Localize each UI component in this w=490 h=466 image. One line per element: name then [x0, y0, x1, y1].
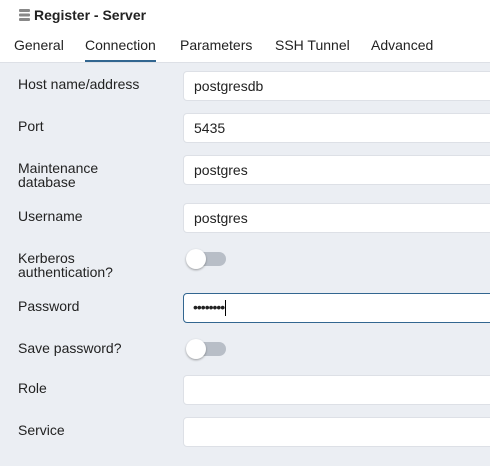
save-password-label: Save password?: [18, 340, 122, 356]
kerberos-toggle[interactable]: [186, 249, 226, 269]
kerberos-label-line1: Kerberos: [18, 250, 75, 266]
kerberos-label: Kerberos authentication?: [18, 251, 113, 279]
tab-general[interactable]: General: [14, 30, 64, 62]
toggle-knob: [186, 249, 206, 269]
service-input[interactable]: [183, 417, 490, 447]
host-label: Host name/address: [18, 76, 140, 92]
password-value: ••••••••: [193, 299, 225, 315]
service-label: Service: [18, 422, 65, 438]
kerberos-label-line2: authentication?: [18, 264, 113, 280]
maintenance-db-input[interactable]: postgres: [183, 155, 490, 185]
password-label: Password: [18, 298, 80, 314]
port-label: Port: [18, 118, 44, 134]
save-password-toggle[interactable]: [186, 339, 226, 359]
server-icon: [17, 8, 31, 22]
toggle-knob: [186, 339, 206, 359]
tab-bar: General Connection Parameters SSH Tunnel…: [0, 30, 490, 63]
dialog-title: Register - Server: [34, 7, 147, 23]
host-input[interactable]: postgresdb: [183, 71, 490, 101]
maintenance-db-label-line2: database: [18, 174, 76, 190]
port-input[interactable]: 5435: [183, 113, 490, 143]
text-caret: [225, 300, 227, 317]
role-input[interactable]: [183, 375, 490, 405]
dialog-titlebar: Register - Server: [0, 0, 490, 30]
username-label: Username: [18, 208, 83, 224]
tab-advanced[interactable]: Advanced: [371, 30, 433, 62]
maintenance-db-label: Maintenance database: [18, 161, 98, 189]
password-input[interactable]: ••••••••: [183, 293, 490, 323]
tab-parameters[interactable]: Parameters: [180, 30, 252, 62]
connection-form: Host name/address postgresdb Port 5435 M…: [0, 63, 490, 466]
maintenance-db-label-line1: Maintenance: [18, 160, 99, 176]
role-label: Role: [18, 380, 47, 396]
tab-ssh-tunnel[interactable]: SSH Tunnel: [275, 30, 350, 62]
tab-connection[interactable]: Connection: [85, 30, 156, 62]
username-input[interactable]: postgres: [183, 203, 490, 233]
